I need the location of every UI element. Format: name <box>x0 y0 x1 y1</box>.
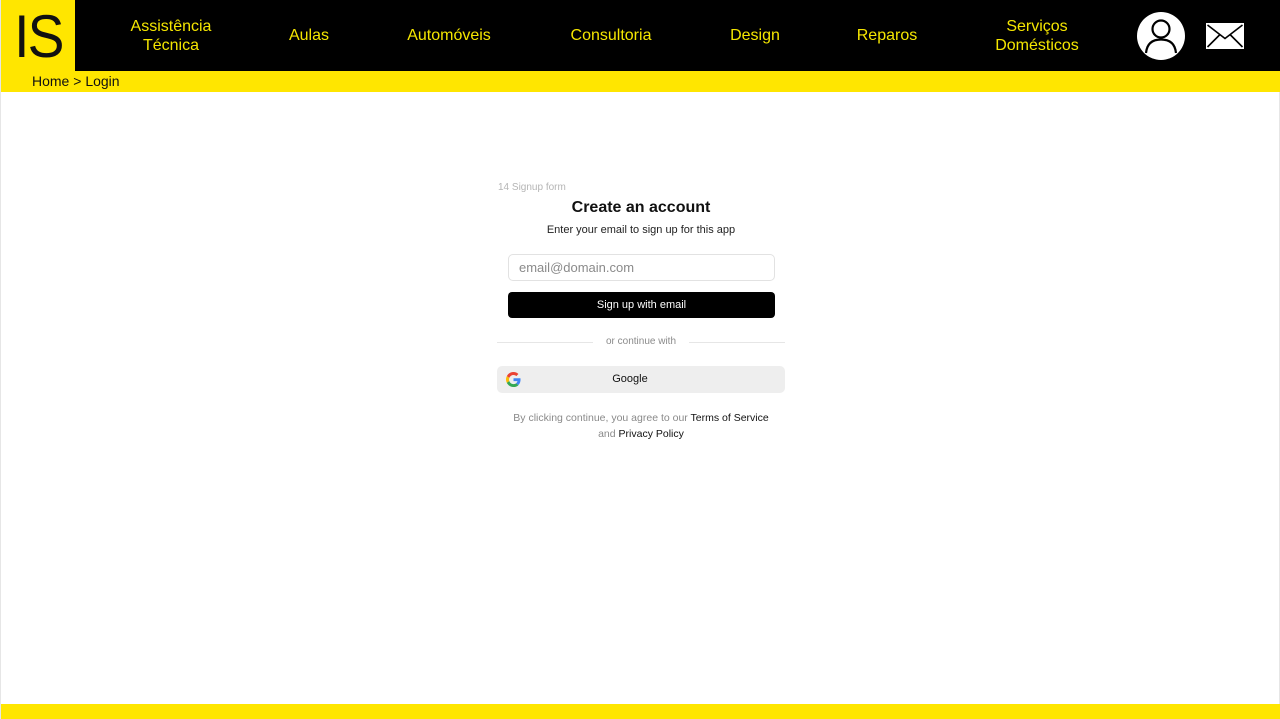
footer-bar <box>1 704 1280 719</box>
form-frame-label: 14 Signup form <box>498 182 566 193</box>
nav-item-automoveis[interactable]: Automóveis <box>393 0 505 71</box>
page: IS Assistência Técnica Aulas Automóveis … <box>0 0 1280 719</box>
terms-text: By clicking continue, you agree to our T… <box>497 410 785 442</box>
mail-envelope-icon[interactable] <box>1205 22 1245 50</box>
top-navigation-bar: IS Assistência Técnica Aulas Automóveis … <box>1 0 1280 71</box>
nav-item-consultoria[interactable]: Consultoria <box>557 0 665 71</box>
terms-of-service-link[interactable]: Terms of Service <box>691 412 769 424</box>
divider-text: or continue with <box>605 336 677 347</box>
breadcrumb: Home > Login <box>32 73 120 90</box>
email-input[interactable] <box>508 254 775 281</box>
logo-text: IS <box>13 2 64 70</box>
privacy-policy-link[interactable]: Privacy Policy <box>619 428 684 440</box>
nav-item-design[interactable]: Design <box>715 0 795 71</box>
terms-prefix: By clicking continue, you agree to our <box>513 412 691 424</box>
user-profile-icon[interactable] <box>1137 12 1185 60</box>
nav-item-servicos-domesticos[interactable]: Serviços Domésticos <box>977 0 1097 71</box>
logo[interactable]: IS <box>1 0 75 71</box>
divider-line-right <box>689 342 785 343</box>
nav-item-assistencia-tecnica[interactable]: Assistência Técnica <box>111 0 231 71</box>
terms-and: and <box>598 428 619 440</box>
divider-line-left <box>497 342 593 343</box>
nav-item-aulas[interactable]: Aulas <box>269 0 349 71</box>
breadcrumb-current: Login <box>85 73 120 89</box>
form-subtitle: Enter your email to sign up for this app <box>546 224 736 236</box>
form-title: Create an account <box>571 199 711 216</box>
breadcrumb-bar: Home > Login <box>1 71 1280 92</box>
google-signin-button[interactable]: Google <box>497 366 785 393</box>
breadcrumb-separator: > <box>69 73 86 89</box>
breadcrumb-home-link[interactable]: Home <box>32 73 69 89</box>
signup-with-email-button[interactable]: Sign up with email <box>508 292 775 318</box>
google-button-label: Google <box>612 373 648 385</box>
nav-item-reparos[interactable]: Reparos <box>845 0 929 71</box>
